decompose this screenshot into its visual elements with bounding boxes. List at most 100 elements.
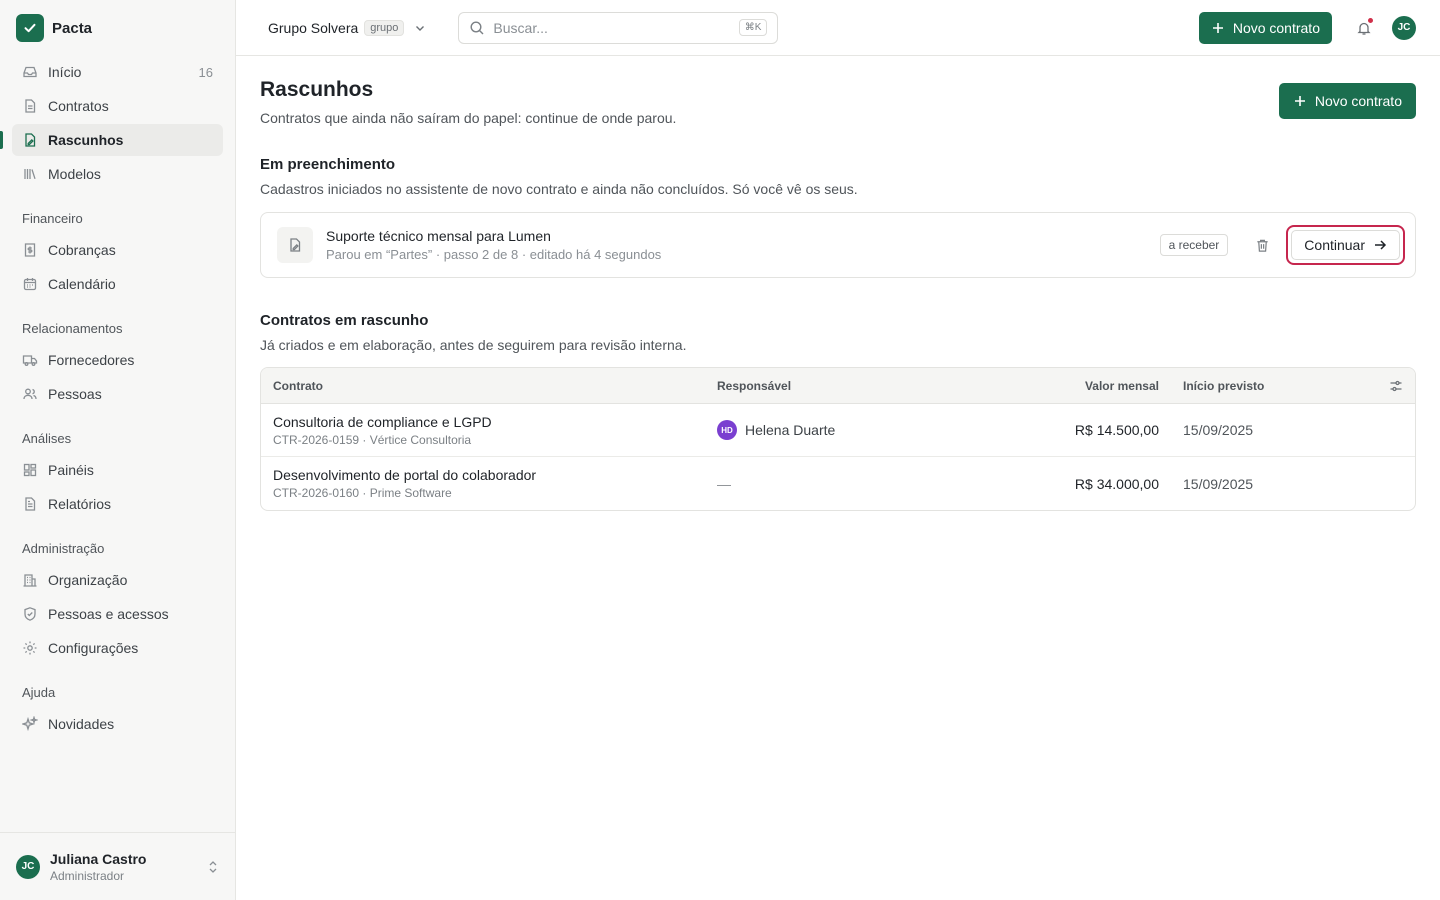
draft-icon xyxy=(277,227,313,263)
sidebar-item-label: Organização xyxy=(48,572,128,588)
section-heading: Em preenchimento xyxy=(260,156,396,173)
search-shortcut: ⌘K xyxy=(738,19,768,36)
plus-icon xyxy=(1294,96,1305,106)
sidebar-item-label: Modelos xyxy=(48,166,101,182)
owner-cell: — xyxy=(717,476,937,492)
chevron-up-down-icon xyxy=(209,860,217,873)
search-box[interactable]: ⌘K xyxy=(458,11,779,44)
notification-dot xyxy=(1367,16,1374,24)
org-name: Grupo Solvera xyxy=(268,19,359,36)
sidebar-item-label: Fornecedores xyxy=(48,352,135,368)
sidebar-item-label: Configurações xyxy=(48,640,139,656)
sidebar-item-label: Rascunhos xyxy=(48,132,124,148)
owner-empty: — xyxy=(717,475,731,492)
delete-draft-button[interactable] xyxy=(1252,235,1272,255)
app-root: Pacta Início 16 Contratos Rascunhos Mode… xyxy=(0,0,1440,900)
table-row[interactable]: Desenvolvimento de portal do colaborador… xyxy=(261,457,1415,510)
truck-icon xyxy=(22,355,38,366)
sidebar-item-pessoas-e-acessos[interactable]: Pessoas e acessos xyxy=(12,598,223,630)
avatar: HD xyxy=(717,420,737,440)
sidebar-item-label: Início xyxy=(48,64,82,80)
new-contract-label: Novo contrato xyxy=(1314,93,1402,109)
main-area: Grupo Solvera grupo ⌘K Novo contrato JC xyxy=(236,0,1440,900)
sidebar-item-label: Contratos xyxy=(48,98,109,114)
sidebar-item-inicio[interactable]: Início 16 xyxy=(12,56,223,88)
sidebar-item-rascunhos[interactable]: Rascunhos xyxy=(0,124,223,156)
section-title-relacionamentos: Relacionamentos xyxy=(22,321,123,336)
page-title: Rascunhos xyxy=(260,78,374,101)
people-icon xyxy=(23,388,37,400)
sidebar-item-relatorios[interactable]: Relatórios xyxy=(12,488,223,520)
new-contract-button[interactable]: Novo contrato xyxy=(1198,11,1332,44)
sidebar-item-novidades[interactable]: Novidades xyxy=(12,708,223,740)
sidebar-item-modelos[interactable]: Modelos xyxy=(12,158,223,190)
owner-name: Helena Duarte xyxy=(745,422,836,438)
column-header-owner[interactable]: Responsável xyxy=(717,379,937,393)
chevron-down-icon xyxy=(416,25,425,31)
sidebar-item-label: Pessoas e acessos xyxy=(48,606,169,622)
topbar-actions: Novo contrato JC xyxy=(1198,11,1416,44)
sidebar-item-pessoas[interactable]: Pessoas xyxy=(12,378,223,410)
org-switcher[interactable]: Grupo Solvera grupo xyxy=(268,19,426,36)
table-row[interactable]: Consultoria de compliance e LGPD CTR-202… xyxy=(261,404,1415,457)
dashboard-icon xyxy=(23,463,37,477)
sliders-icon xyxy=(1390,380,1402,391)
sidebar-item-organizacao[interactable]: Organização xyxy=(12,564,223,596)
column-header-monthly-value[interactable]: Valor mensal xyxy=(937,379,1159,393)
draft-info: Suporte técnico mensal para Lumen Parou … xyxy=(326,228,661,262)
owner-cell: HD Helena Duarte xyxy=(717,420,937,440)
start-date: 15/09/2025 xyxy=(1183,422,1254,438)
brand-logo-icon xyxy=(16,14,44,42)
continue-button[interactable]: Continuar xyxy=(1291,230,1400,260)
search-input[interactable] xyxy=(493,19,739,36)
file-icon xyxy=(25,99,36,113)
draft-meta: Parou em “Partes” · passo 2 de 8 · edita… xyxy=(326,247,662,262)
in-progress-section: Em preenchimento Cadastros iniciados no … xyxy=(260,156,1416,278)
contract-title: Consultoria de compliance e LGPD xyxy=(273,413,492,430)
direction-tag: a receber xyxy=(1159,234,1229,256)
column-header-start[interactable]: Início previsto xyxy=(1159,379,1359,393)
sidebar-item-paineis[interactable]: Painéis xyxy=(12,454,223,486)
contract-cell: Consultoria de compliance e LGPD CTR-202… xyxy=(261,414,717,447)
inbox-count-badge: 16 xyxy=(198,64,213,80)
start-date: 15/09/2025 xyxy=(1183,475,1254,492)
column-header-contract[interactable]: Contrato xyxy=(261,379,717,393)
sidebar-item-label: Cobranças xyxy=(48,242,116,258)
sidebar: Pacta Início 16 Contratos Rascunhos Mode… xyxy=(0,0,236,900)
continue-label: Continuar xyxy=(1304,237,1365,253)
user-name: Juliana Castro xyxy=(50,850,147,867)
monthly-value: R$ 14.500,00 xyxy=(1074,422,1159,438)
notifications-button[interactable] xyxy=(1352,16,1376,40)
sidebar-item-calendario[interactable]: Calendário xyxy=(12,268,223,300)
sidebar-item-cobrancas[interactable]: Cobranças xyxy=(12,234,223,266)
section-title-analises: Análises xyxy=(22,431,72,446)
page-subtitle: Contratos que ainda não saíram do papel:… xyxy=(260,110,677,126)
user-menu[interactable]: JC Juliana Castro Administrador xyxy=(0,832,235,900)
section-title-ajuda: Ajuda xyxy=(22,685,56,700)
draft-icon xyxy=(25,133,36,147)
inbox-icon xyxy=(23,66,37,78)
column-settings-button[interactable] xyxy=(1359,379,1415,393)
trash-icon xyxy=(1257,239,1268,252)
sidebar-item-fornecedores[interactable]: Fornecedores xyxy=(12,344,223,376)
drafts-section: Contratos em rascunho Já criados e em el… xyxy=(260,312,1416,511)
continue-button-highlight: Continuar xyxy=(1286,225,1405,265)
contract-sub: CTR-2026-0160 · Prime Software xyxy=(273,486,452,500)
org-badge: grupo xyxy=(364,19,405,36)
contract-sub: CTR-2026-0159 · Vértice Consultoria xyxy=(273,432,472,447)
avatar: JC xyxy=(16,854,40,879)
sidebar-item-configuracoes[interactable]: Configurações xyxy=(12,632,223,664)
section-title-financeiro: Financeiro xyxy=(22,211,83,226)
sidebar-item-contratos[interactable]: Contratos xyxy=(12,90,223,122)
page-content: Rascunhos Contratos que ainda não saíram… xyxy=(236,56,1440,511)
new-contract-page-button[interactable]: Novo contrato xyxy=(1278,83,1416,119)
section-description: Já criados e em elaboração, antes de seg… xyxy=(260,337,687,353)
brand[interactable]: Pacta xyxy=(0,0,235,56)
drafts-table: Contrato Responsável Valor mensal Início… xyxy=(260,367,1416,511)
library-icon xyxy=(24,169,36,179)
search-icon xyxy=(470,20,484,34)
avatar[interactable]: JC xyxy=(1392,15,1416,40)
sidebar-item-label: Pessoas xyxy=(48,386,102,402)
draft-card: Suporte técnico mensal para Lumen Parou … xyxy=(260,212,1416,278)
sidebar-item-label: Painéis xyxy=(48,462,94,478)
